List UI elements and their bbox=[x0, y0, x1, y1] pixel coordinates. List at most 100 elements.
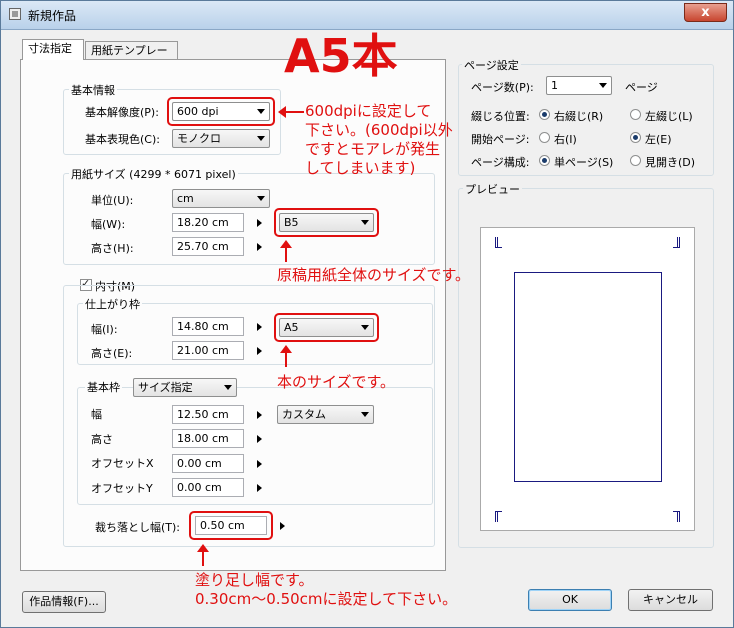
bleed-note-line1: 塗り足し幅です。 bbox=[195, 571, 314, 589]
play-icon[interactable] bbox=[257, 347, 262, 355]
crop-mark-icon bbox=[677, 512, 686, 522]
paper-preset-highlight bbox=[274, 208, 379, 237]
frame-width-label: 幅 bbox=[91, 408, 102, 421]
finish-height-label: 高さ(E): bbox=[91, 347, 133, 360]
basic-info-label: 基本情報 bbox=[69, 82, 117, 98]
chevron-down-icon bbox=[224, 385, 232, 390]
frame-height-field[interactable]: 18.00 cm bbox=[172, 429, 244, 448]
offset-x-label: オフセットX bbox=[91, 457, 154, 470]
unit-value: cm bbox=[177, 192, 194, 205]
chevron-down-icon bbox=[257, 136, 265, 141]
frame-preset-value: カスタム bbox=[282, 408, 326, 421]
resolution-label: 基本解像度(P): bbox=[85, 106, 159, 119]
preview-finish-frame bbox=[514, 272, 662, 482]
paper-width-field[interactable]: 18.20 cm bbox=[172, 213, 244, 232]
crop-mark-icon bbox=[495, 237, 502, 248]
frame-preset-select[interactable]: カスタム bbox=[277, 405, 374, 424]
color-mode-select[interactable]: モノクロ bbox=[172, 129, 270, 148]
play-icon[interactable] bbox=[257, 435, 262, 443]
finish-width-label: 幅(I): bbox=[91, 323, 118, 336]
page-count-value: 1 bbox=[551, 79, 558, 92]
app-icon bbox=[9, 8, 21, 20]
arrow-left-icon bbox=[278, 106, 304, 118]
new-work-dialog: 新規作品 x 寸法指定 用紙テンプレート 基本情報 基本解像度(P): 600 … bbox=[0, 0, 734, 628]
play-icon[interactable] bbox=[257, 484, 262, 492]
arrow-up-icon bbox=[280, 345, 292, 367]
chevron-down-icon bbox=[361, 412, 369, 417]
dpi-note-line3: ですとモアレが発生 bbox=[305, 140, 441, 158]
binding-left-label: 左綴じ(L) bbox=[645, 110, 693, 123]
finish-width-field[interactable]: 14.80 cm bbox=[172, 317, 244, 336]
start-left-label: 左(E) bbox=[645, 133, 672, 146]
page-count-select[interactable]: 1 bbox=[546, 76, 612, 95]
bleed-label: 裁ち落とし幅(T): bbox=[95, 521, 181, 534]
start-left-radio[interactable] bbox=[630, 132, 641, 143]
book-note: 本のサイズです。 bbox=[277, 373, 396, 391]
frame-mode-select[interactable]: サイズ指定 bbox=[133, 378, 237, 397]
color-mode-label: 基本表現色(C): bbox=[85, 133, 160, 146]
play-icon[interactable] bbox=[257, 411, 262, 419]
crop-mark-icon bbox=[677, 237, 686, 247]
start-right-label: 右(I) bbox=[554, 133, 577, 146]
layout-single-radio[interactable] bbox=[539, 155, 550, 166]
start-page-label: 開始ページ: bbox=[471, 133, 530, 146]
preview-label: プレビュー bbox=[463, 181, 522, 197]
paper-size-label: 用紙サイズ (4299 * 6071 pixel) bbox=[69, 166, 238, 182]
color-mode-value: モノクロ bbox=[177, 132, 221, 145]
annotation-title: A5本 bbox=[284, 29, 398, 83]
page-suffix: ページ bbox=[625, 81, 658, 94]
page-count-label: ページ数(P): bbox=[471, 81, 534, 94]
unit-select[interactable]: cm bbox=[172, 189, 270, 208]
paper-note: 原稿用紙全体のサイズです。 bbox=[277, 266, 471, 284]
chevron-down-icon bbox=[257, 196, 265, 201]
finish-preset-highlight bbox=[274, 313, 379, 342]
window-title: 新規作品 bbox=[28, 9, 77, 23]
frame-mode-value: サイズ指定 bbox=[138, 381, 193, 394]
frame-width-field[interactable]: 12.50 cm bbox=[172, 405, 244, 424]
tab-paper-template[interactable]: 用紙テンプレート bbox=[85, 41, 178, 75]
paper-height-label: 高さ(H): bbox=[91, 242, 134, 255]
work-info-button[interactable]: 作品情報(F)... bbox=[22, 591, 106, 613]
offset-x-field[interactable]: 0.00 cm bbox=[172, 454, 244, 473]
title-bar: 新規作品 x bbox=[1, 1, 733, 30]
finish-frame-label: 仕上がり枠 bbox=[83, 296, 142, 312]
ok-button[interactable]: OK bbox=[528, 589, 612, 611]
paper-height-field[interactable]: 25.70 cm bbox=[172, 237, 244, 256]
offset-y-label: オフセットY bbox=[91, 482, 153, 495]
tab-size[interactable]: 寸法指定 bbox=[22, 39, 84, 60]
play-icon[interactable] bbox=[257, 243, 262, 251]
arrow-up-icon bbox=[280, 240, 292, 262]
bleed-highlight bbox=[189, 511, 273, 540]
close-button[interactable]: x bbox=[684, 3, 727, 22]
layout-single-label: 単ページ(S) bbox=[554, 156, 614, 169]
cancel-button[interactable]: キャンセル bbox=[628, 589, 713, 611]
dpi-note-line1: 600dpiに設定して bbox=[305, 102, 432, 120]
page-layout-label: ページ構成: bbox=[471, 156, 530, 169]
binding-right-radio[interactable] bbox=[539, 109, 550, 120]
crop-mark-icon bbox=[495, 511, 502, 522]
offset-y-field[interactable]: 0.00 cm bbox=[172, 478, 244, 497]
layout-spread-label: 見開き(D) bbox=[645, 156, 696, 169]
base-frame-label: 基本枠 bbox=[85, 379, 122, 395]
chevron-down-icon bbox=[599, 83, 607, 88]
start-right-radio[interactable] bbox=[539, 132, 550, 143]
dpi-note-line2: 下さい。(600dpi以外 bbox=[305, 121, 453, 139]
dpi-note-line4: してしまいます) bbox=[305, 159, 416, 177]
play-icon[interactable] bbox=[257, 460, 262, 468]
play-icon[interactable] bbox=[257, 219, 262, 227]
page-settings-label: ページ設定 bbox=[462, 57, 521, 73]
binding-right-label: 右綴じ(R) bbox=[554, 110, 604, 123]
bleed-note-line2: 0.30cm〜0.50cmに設定して下さい。 bbox=[195, 590, 458, 608]
frame-height-label: 高さ bbox=[91, 433, 113, 446]
play-icon[interactable] bbox=[257, 323, 262, 331]
resolution-highlight bbox=[167, 97, 275, 126]
arrow-up-icon bbox=[197, 544, 209, 566]
binding-label: 綴じる位置: bbox=[471, 110, 530, 123]
layout-spread-radio[interactable] bbox=[630, 155, 641, 166]
finish-height-field[interactable]: 21.00 cm bbox=[172, 341, 244, 360]
unit-label: 単位(U): bbox=[91, 194, 134, 207]
binding-left-radio[interactable] bbox=[630, 109, 641, 120]
preview-canvas bbox=[480, 227, 695, 531]
paper-width-label: 幅(W): bbox=[91, 218, 126, 231]
play-icon[interactable] bbox=[280, 522, 285, 530]
